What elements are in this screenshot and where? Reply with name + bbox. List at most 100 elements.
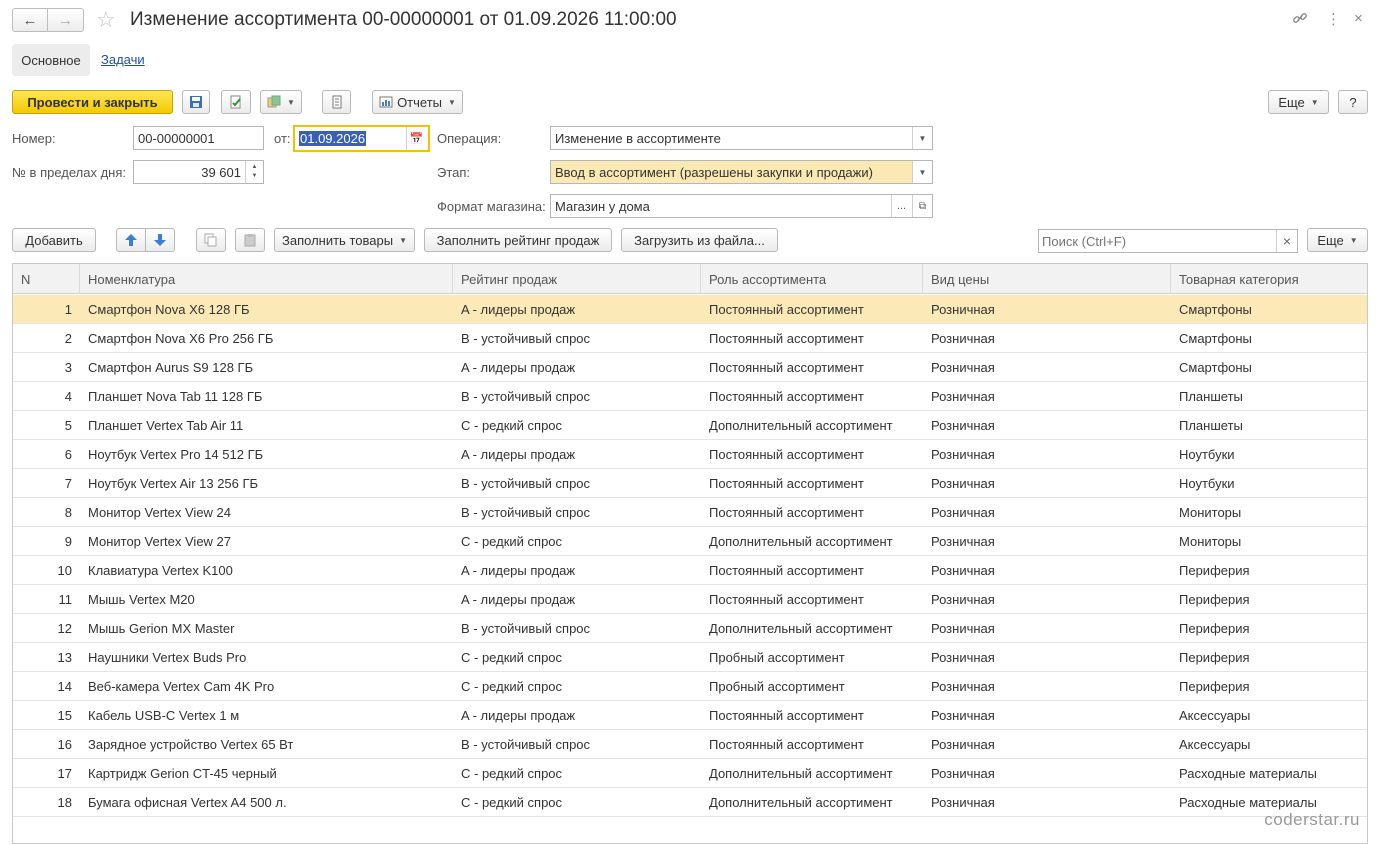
- table-row[interactable]: 8 Монитор Vertex View 24 B - устойчивый сп…: [13, 498, 1367, 527]
- document-structure-button[interactable]: [322, 90, 351, 114]
- cell-n: 3: [64, 359, 72, 375]
- table-row[interactable]: 1 Смартфон Nova X6 128 ГБ A - лидеры прода…: [13, 295, 1367, 324]
- chevron-down-icon[interactable]: ▼: [912, 127, 932, 149]
- cell-role: Постоянный ассортимент: [709, 562, 864, 578]
- cell-n: 6: [64, 446, 72, 462]
- more-button[interactable]: Еще ▼: [1268, 90, 1329, 114]
- table-row[interactable]: 6 Ноутбук Vertex Pro 14 512 ГБ A - лидеры …: [13, 440, 1367, 469]
- post-button[interactable]: [221, 90, 251, 114]
- save-icon: [190, 96, 202, 108]
- date-label: от:: [274, 131, 291, 146]
- cell-category: Аксессуары: [1179, 707, 1251, 723]
- copy-icon: [204, 233, 217, 247]
- fill-goods-label: Заполнить товары: [282, 232, 394, 248]
- store-format-field[interactable]: Магазин у дома ... ⧉: [550, 194, 933, 218]
- daynum-value: 39 601: [201, 164, 241, 180]
- cell-n: 2: [64, 330, 72, 346]
- table-row[interactable]: 14 Веб-камера Vertex Cam 4K Pro C - редкий…: [13, 672, 1367, 701]
- fill-rating-button[interactable]: Заполнить рейтинг продаж: [424, 228, 612, 252]
- table-row[interactable]: 10 Клавиатура Vertex K100 A - лидеры прода…: [13, 556, 1367, 585]
- cell-role: Постоянный ассортимент: [709, 475, 864, 491]
- table-row[interactable]: 17 Картридж Gerion CT-45 черный C - редкий…: [13, 759, 1367, 788]
- close-icon[interactable]: ×: [1354, 10, 1363, 27]
- cell-n: 5: [64, 417, 72, 433]
- arrow-left-icon: ←: [22, 11, 38, 29]
- cell-role: Постоянный ассортимент: [709, 707, 864, 723]
- paste-button[interactable]: [235, 228, 265, 252]
- move-down-button[interactable]: [145, 228, 175, 252]
- date-value: 01.09.2026: [299, 131, 367, 146]
- move-up-button[interactable]: [116, 228, 146, 252]
- table-row[interactable]: 16 Зарядное устройство Vertex 65 Вт B - ус…: [13, 730, 1367, 759]
- cell-n: 10: [57, 562, 72, 578]
- col-header-price-type[interactable]: Вид цены: [923, 264, 1171, 294]
- cell-n: 15: [57, 707, 72, 723]
- cell-price-type: Розничная: [931, 301, 995, 317]
- open-icon[interactable]: ⧉: [912, 195, 932, 217]
- watermark: coderstar.ru: [1264, 810, 1360, 829]
- search-box: ×: [1038, 229, 1298, 253]
- cell-category: Смартфоны: [1179, 301, 1252, 317]
- copy-button[interactable]: [196, 228, 226, 252]
- col-header-item[interactable]: Номенклатура: [80, 264, 453, 294]
- cell-item: Ноутбук Vertex Pro 14 512 ГБ: [88, 446, 264, 462]
- load-from-file-button[interactable]: Загрузить из файла...: [621, 228, 778, 252]
- cell-item: Планшет Nova Tab 11 128 ГБ: [88, 388, 263, 404]
- cell-item: Ноутбук Vertex Air 13 256 ГБ: [88, 475, 259, 491]
- table-row[interactable]: 2 Смартфон Nova X6 Pro 256 ГБ B - устойчив…: [13, 324, 1367, 353]
- reports-label: Отчеты: [397, 94, 442, 110]
- forward-button[interactable]: →: [48, 8, 84, 32]
- cell-rating: A - лидеры продаж: [461, 591, 576, 607]
- col-header-category[interactable]: Товарная категория: [1171, 264, 1367, 294]
- operation-value: Изменение в ассортименте: [555, 130, 721, 146]
- create-based-on-button[interactable]: ▼: [260, 90, 302, 114]
- table-row[interactable]: 9 Монитор Vertex View 27 C - редкий спрос Д…: [13, 527, 1367, 556]
- cell-price-type: Розничная: [931, 475, 995, 491]
- stage-field[interactable]: Ввод в ассортимент (разрешены закупки и …: [550, 160, 933, 184]
- table-row[interactable]: 7 Ноутбук Vertex Air 13 256 ГБ B - устойчи…: [13, 469, 1367, 498]
- link-icon[interactable]: [1292, 10, 1308, 30]
- table-row[interactable]: 11 Мышь Vertex M20 A - лидеры продаж Постоя…: [13, 585, 1367, 614]
- col-header-role[interactable]: Роль ассортимента: [701, 264, 923, 294]
- help-button[interactable]: ?: [1338, 90, 1368, 114]
- favorite-star-icon[interactable]: ☆: [96, 6, 116, 34]
- table-row[interactable]: 15 Кабель USB-C Vertex 1 м A - лидеры прод…: [13, 701, 1367, 730]
- cell-n: 13: [57, 649, 72, 665]
- table-row[interactable]: 3 Смартфон Aurus S9 128 ГБ A - лидеры прод…: [13, 353, 1367, 382]
- cell-rating: B - устойчивый спрос: [461, 388, 591, 404]
- date-field[interactable]: 01.09.2026 📅: [293, 125, 430, 152]
- save-button[interactable]: [182, 90, 210, 114]
- tab-main[interactable]: Основное: [12, 44, 90, 76]
- table-more-button[interactable]: Еще ▼: [1307, 228, 1368, 252]
- reports-button[interactable]: Отчеты ▼: [372, 90, 463, 114]
- fill-goods-button[interactable]: Заполнить товары ▼: [274, 228, 415, 252]
- search-input[interactable]: [1039, 230, 1275, 252]
- table-row[interactable]: 5 Планшет Vertex Tab Air 11 C - редкий спр…: [13, 411, 1367, 440]
- cell-rating: C - редкий спрос: [461, 417, 563, 433]
- table-row[interactable]: 12 Мышь Gerion MX Master B - устойчивый сп…: [13, 614, 1367, 643]
- table-row[interactable]: 13 Наушники Vertex Buds Pro C - редкий спр…: [13, 643, 1367, 672]
- cell-rating: A - лидеры продаж: [461, 562, 576, 578]
- calendar-icon[interactable]: 📅: [406, 127, 426, 150]
- arrow-down-icon: [154, 234, 166, 246]
- number-field[interactable]: 00-00000001: [133, 126, 264, 150]
- add-button[interactable]: Добавить: [12, 228, 96, 252]
- operation-field[interactable]: Изменение в ассортименте ▼: [550, 126, 933, 150]
- table-row[interactable]: 18 Бумага офисная Vertex A4 500 л. C - ред…: [13, 788, 1367, 817]
- daynum-field[interactable]: 39 601 ▲ ▼: [133, 160, 264, 184]
- chevron-down-icon[interactable]: ▼: [912, 161, 932, 183]
- tab-tasks[interactable]: Задачи: [101, 52, 145, 67]
- title-bar: ← → ☆ Изменение ассортимента 00-00000001…: [0, 0, 1384, 40]
- col-header-n[interactable]: N: [13, 264, 80, 294]
- cell-category: Аксессуары: [1179, 736, 1251, 752]
- post-and-close-button[interactable]: Провести и закрыть: [12, 90, 173, 114]
- cell-item: Монитор Vertex View 27: [88, 533, 232, 549]
- table-row[interactable]: 4 Планшет Nova Tab 11 128 ГБ B - устойчивы…: [13, 382, 1367, 411]
- back-button[interactable]: ←: [12, 8, 48, 32]
- spin-button[interactable]: ▲ ▼: [245, 161, 263, 183]
- select-ellipsis-button[interactable]: ...: [891, 195, 911, 217]
- cell-role: Дополнительный ассортимент: [709, 533, 893, 549]
- clear-search-icon[interactable]: ×: [1276, 230, 1297, 252]
- col-header-rating[interactable]: Рейтинг продаж: [453, 264, 701, 294]
- more-vertical-icon[interactable]: ⋮: [1326, 10, 1341, 28]
